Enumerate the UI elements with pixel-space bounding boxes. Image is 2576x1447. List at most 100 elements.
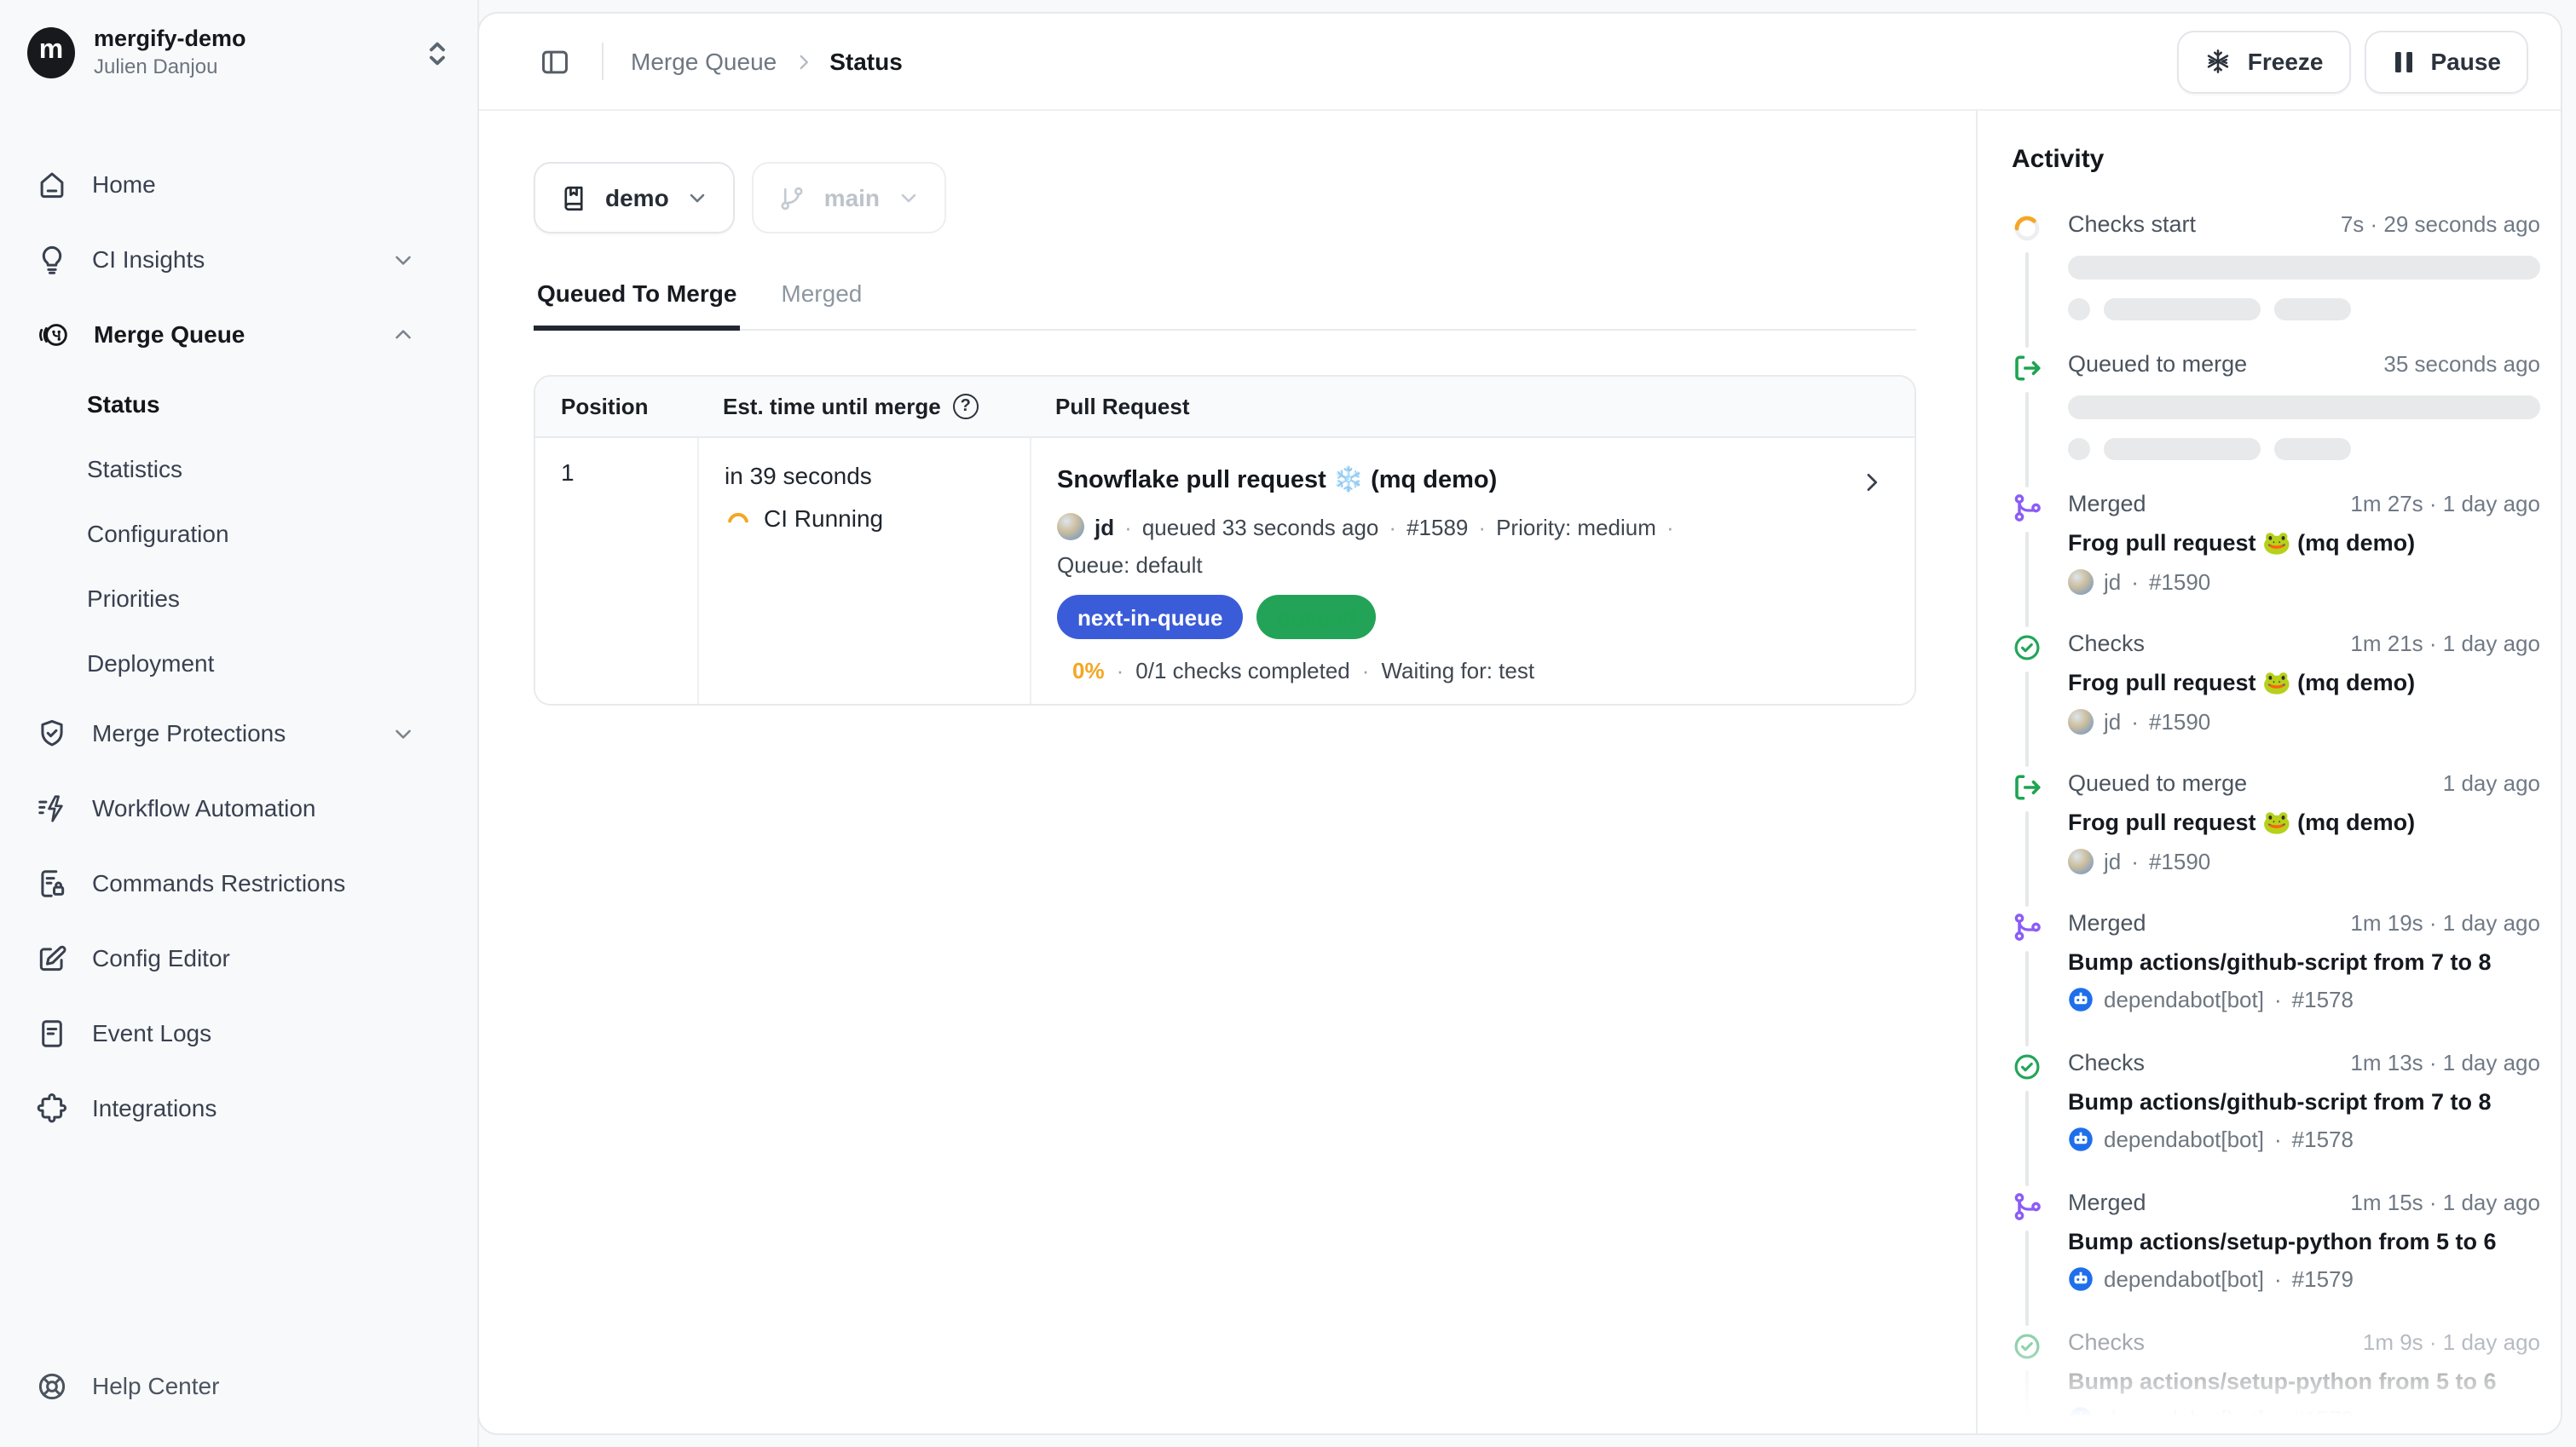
table-row[interactable]: 1 in 39 seconds CI Running [535,438,1915,704]
sidebar-item-label: CI Insights [92,245,367,273]
activity-time: 7s · 29 seconds ago [2341,211,2540,237]
tab-merged[interactable]: Merged [777,280,865,331]
separator: · [2274,1406,2282,1432]
activity-item-merged[interactable]: Merged 1m 19s · 1 day ago Bump actions/g… [2012,910,2540,1050]
sidebar-subitem-status[interactable]: Status [0,372,477,436]
puzzle-icon [36,1092,68,1124]
skeleton-bar [2104,438,2261,460]
pr-number[interactable]: #1590 [2149,849,2210,874]
sidebar-subitem-statistics[interactable]: Statistics [0,436,477,501]
pr-labels: next-in-queue queued [1057,595,1889,639]
pr-number[interactable]: #1590 [2149,569,2210,595]
pause-label: Pause [2431,48,2502,75]
sidebar-subitem-deployment[interactable]: Deployment [0,631,477,695]
pr-number[interactable]: #1578 [2292,987,2354,1012]
activity-pr-title[interactable]: Frog pull request 🐸 (mq demo) [2068,530,2540,557]
activity-time: 35 seconds ago [2383,351,2540,377]
activity-event-type: Checks [2068,631,2145,656]
pr-number[interactable]: #1579 [2292,1406,2354,1432]
activity-item-checks-start[interactable]: Checks start 7s · 29 seconds ago [2012,211,2540,351]
cell-position: 1 [535,438,697,704]
sidebar-item-integrations[interactable]: Integrations [0,1070,477,1145]
skeleton-row [2068,438,2540,460]
skeleton-bar [2068,256,2540,280]
queue-toolbar: demo main [534,162,1916,233]
chevron-down-icon [390,720,416,746]
activity-pr-title[interactable]: Bump actions/setup-python from 5 to 6 [2068,1229,2540,1254]
activity-pr-title[interactable]: Bump actions/github-script from 7 to 8 [2068,1089,2540,1115]
sidebar-item-merge-protections[interactable]: Merge Protections [0,695,477,770]
sidebar-item-commands-restrictions[interactable]: Commands Restrictions [0,845,477,920]
pause-button[interactable]: Pause [2365,30,2529,93]
activity-item-merged[interactable]: Merged 1m 27s · 1 day ago Frog pull requ… [2012,491,2540,631]
pr-author: dependabot[bot] [2104,1127,2264,1152]
tab-queued-to-merge[interactable]: Queued To Merge [534,280,740,331]
activity-item-checks[interactable]: Checks 1m 21s · 1 day ago Frog pull requ… [2012,631,2540,770]
sidebar-item-workflow-automation[interactable]: Workflow Automation [0,770,477,845]
sidebar-item-config-editor[interactable]: Config Editor [0,920,477,995]
pr-number[interactable]: #1578 [2292,1127,2354,1152]
sidebar-item-ci-insights[interactable]: CI Insights [0,222,477,297]
help-circle-icon[interactable]: ? [953,394,979,419]
pr-number[interactable]: #1589 [1406,514,1468,539]
header-divider [602,43,604,80]
repo-book-icon [559,183,588,212]
checks-waiting: Waiting for: test [1381,658,1534,683]
check-circle-icon [2012,632,2042,663]
queue-table: Position Est. time until merge ? Pull Re… [534,375,1916,706]
chevron-down-icon [686,186,710,210]
pr-meta: jd · queued 33 seconds ago · #1589 · Pri… [1057,513,1889,540]
breadcrumb-parent[interactable]: Merge Queue [631,48,777,75]
page-header: Merge Queue Status Freeze Pause [479,14,2561,111]
org-switcher-labels: mergify-demo Julien Danjou [94,26,246,80]
label-queued[interactable]: queued [1256,595,1376,639]
pr-number[interactable]: #1579 [2292,1266,2354,1292]
org-switcher[interactable]: m mergify-demo Julien Danjou [0,0,477,106]
activity-time: 1 day ago [2443,770,2540,796]
separator: · [2131,569,2139,595]
spinner-icon [2012,213,2042,244]
label-next-in-queue[interactable]: next-in-queue [1057,595,1243,639]
activity-pr-title[interactable]: Frog pull request 🐸 (mq demo) [2068,810,2540,837]
pr-author[interactable]: jd [1095,514,1114,539]
activity-item-merged[interactable]: Merged 1m 15s · 1 day ago Bump actions/s… [2012,1190,2540,1329]
activity-item-queued[interactable]: Queued to merge 35 seconds ago [2012,351,2540,491]
sidebar-toggle-button[interactable] [535,42,575,81]
pr-number[interactable]: #1590 [2149,709,2210,735]
sidebar-item-home[interactable]: Home [0,147,477,222]
help-center-link[interactable]: Help Center [0,1348,477,1423]
sidebar-item-label: Event Logs [92,1019,416,1046]
skeleton-bar [2068,395,2540,419]
row-expand-chevron-icon[interactable] [1855,465,1889,499]
app-window: m mergify-demo Julien Danjou Home CI Ins [0,0,2576,1447]
activity-event-type: Merged [2068,491,2146,516]
activity-item-checks[interactable]: Checks 1m 9s · 1 day ago Bump actions/se… [2012,1329,2540,1435]
pr-queued-time: queued 33 seconds ago [1142,514,1379,539]
separator: · [2274,1266,2282,1292]
merge-queue-icon [36,318,70,350]
activity-pr-title[interactable]: Bump actions/github-script from 7 to 8 [2068,949,2540,975]
sidebar-subitem-configuration[interactable]: Configuration [0,501,477,566]
git-branch-icon [778,183,807,212]
skeleton-row [2068,298,2540,320]
activity-item-queued[interactable]: Queued to merge 1 day ago Frog pull requ… [2012,770,2540,910]
column-eta: Est. time until merge ? [697,377,1030,436]
edit-square-icon [36,942,68,974]
sidebar-subitem-priorities[interactable]: Priorities [0,566,477,631]
activity-pr-title[interactable]: Bump actions/setup-python from 5 to 6 [2068,1369,2540,1394]
queue-enter-icon [2012,353,2042,383]
activity-pr-author-row: dependabot[bot] · #1578 [2068,987,2540,1012]
pr-title[interactable]: Snowflake pull request ❄️ (mq demo) [1057,465,1497,494]
freeze-button[interactable]: Freeze [2178,30,2351,93]
sidebar-item-merge-queue[interactable]: Merge Queue [0,297,477,372]
sidebar-item-label: Config Editor [92,944,416,971]
checks-completed: 0/1 checks completed [1135,658,1349,683]
check-circle-icon [2012,1331,2042,1362]
branch-select[interactable]: main [753,162,946,233]
activity-pr-author-row: dependabot[bot] · #1579 [2068,1406,2540,1432]
shield-check-icon [36,717,68,749]
activity-item-checks[interactable]: Checks 1m 13s · 1 day ago Bump actions/g… [2012,1050,2540,1190]
repository-select[interactable]: demo [534,162,736,233]
activity-pr-title[interactable]: Frog pull request 🐸 (mq demo) [2068,670,2540,697]
sidebar-item-event-logs[interactable]: Event Logs [0,995,477,1070]
